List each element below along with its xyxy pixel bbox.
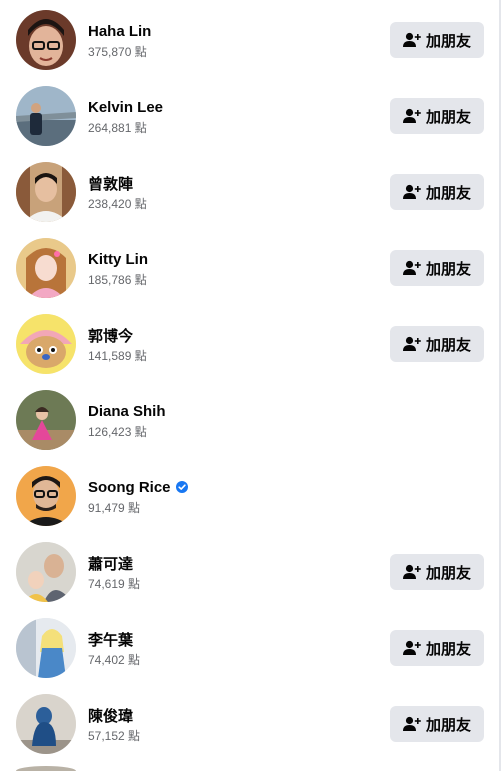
list-item: 曾敦陣 238,420 點 加朋友 — [0, 152, 499, 228]
add-friend-button[interactable]: 加朋友 — [390, 630, 484, 666]
person-name[interactable]: 蕭可達 — [88, 553, 133, 574]
avatar[interactable] — [16, 238, 76, 298]
list-item: Soong Rice 91,479 點 — [0, 456, 499, 532]
person-name[interactable]: Diana Shih — [88, 403, 166, 420]
person-name[interactable]: 陳俊瑋 — [88, 705, 133, 726]
add-friend-button[interactable]: 加朋友 — [390, 98, 484, 134]
add-friend-button[interactable]: 加朋友 — [390, 250, 484, 286]
list-item: 陳俊瑋 57,152 點 加朋友 — [0, 684, 499, 760]
add-friend-button[interactable]: 加朋友 — [390, 706, 484, 742]
list-item: Haha Lin 375,870 點 加朋友 — [0, 0, 499, 76]
add-friend-icon — [402, 564, 421, 579]
points-count: 57,152 點 — [88, 729, 141, 743]
add-friend-label: 加朋友 — [425, 184, 471, 202]
avatar[interactable] — [16, 10, 76, 70]
avatar[interactable] — [16, 542, 76, 602]
person-name[interactable]: Kelvin Lee — [88, 99, 163, 116]
list-item: Kelvin Lee 264,881 點 加朋友 — [0, 76, 499, 152]
person-name[interactable]: 郭博今 — [88, 325, 133, 346]
avatar[interactable] — [16, 162, 76, 222]
add-friend-label: 加朋友 — [425, 260, 471, 278]
points-count: 74,402 點 — [88, 653, 141, 667]
avatar[interactable] — [16, 390, 76, 450]
next-avatar-partial — [16, 766, 76, 771]
points-count: 185,786 點 — [88, 273, 147, 287]
add-friend-label: 加朋友 — [425, 640, 471, 658]
friend-leaderboard-page: Haha Lin 375,870 點 加朋友 Kelvin Lee 264,88… — [0, 0, 501, 771]
person-name[interactable]: 李午葉 — [88, 629, 133, 650]
verified-badge-icon — [175, 481, 188, 493]
avatar[interactable] — [16, 466, 76, 526]
person-name[interactable]: Soong Rice — [88, 479, 171, 496]
add-friend-button[interactable]: 加朋友 — [390, 174, 484, 210]
points-count: 375,870 點 — [88, 45, 147, 59]
list-item: 李午葉 74,402 點 加朋友 — [0, 608, 499, 684]
points-count: 238,420 點 — [88, 197, 147, 211]
add-friend-label: 加朋友 — [425, 716, 471, 734]
add-friend-label: 加朋友 — [425, 108, 471, 126]
avatar[interactable] — [16, 694, 76, 754]
points-count: 74,619 點 — [88, 577, 141, 591]
points-count: 141,589 點 — [88, 349, 147, 363]
list-item: Kitty Lin 185,786 點 加朋友 — [0, 228, 499, 304]
add-friend-label: 加朋友 — [425, 32, 471, 50]
add-friend-button[interactable]: 加朋友 — [390, 554, 484, 590]
add-friend-icon — [402, 108, 421, 123]
people-list: Haha Lin 375,870 點 加朋友 Kelvin Lee 264,88… — [0, 0, 499, 760]
add-friend-label: 加朋友 — [425, 336, 471, 354]
add-friend-icon — [402, 260, 421, 275]
add-friend-button[interactable]: 加朋友 — [390, 326, 484, 362]
person-name[interactable]: Haha Lin — [88, 23, 151, 40]
avatar[interactable] — [16, 618, 76, 678]
add-friend-icon — [402, 184, 421, 199]
list-item: 郭博今 141,589 點 加朋友 — [0, 304, 499, 380]
points-count: 91,479 點 — [88, 501, 141, 515]
points-count: 126,423 點 — [88, 425, 147, 439]
add-friend-icon — [402, 716, 421, 731]
list-item: Diana Shih 126,423 點 — [0, 380, 499, 456]
avatar[interactable] — [16, 86, 76, 146]
person-name[interactable]: Kitty Lin — [88, 251, 148, 268]
add-friend-button[interactable]: 加朋友 — [390, 22, 484, 58]
add-friend-icon — [402, 640, 421, 655]
add-friend-icon — [402, 32, 421, 47]
list-item: 蕭可達 74,619 點 加朋友 — [0, 532, 499, 608]
person-name[interactable]: 曾敦陣 — [88, 173, 133, 194]
add-friend-label: 加朋友 — [425, 564, 471, 582]
avatar[interactable] — [16, 314, 76, 374]
points-count: 264,881 點 — [88, 121, 147, 135]
add-friend-icon — [402, 336, 421, 351]
